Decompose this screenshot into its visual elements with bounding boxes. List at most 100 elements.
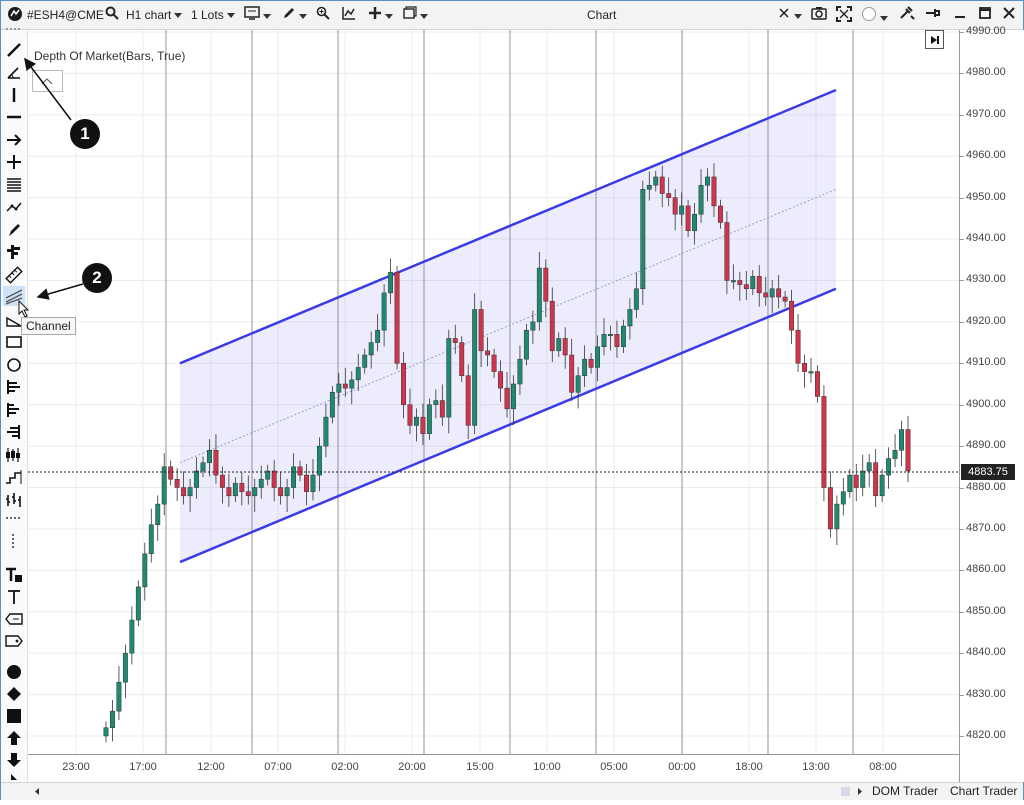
- rectangle-icon[interactable]: [3, 332, 25, 352]
- arrow-down-icon[interactable]: [3, 750, 25, 770]
- brush-icon[interactable]: [3, 220, 25, 240]
- time-label: 10:00: [533, 761, 561, 773]
- candle-body: [886, 458, 892, 476]
- bars-icon[interactable]: [3, 490, 25, 510]
- candle-body: [388, 271, 394, 294]
- pencil-icon[interactable]: [282, 6, 307, 24]
- fibonacci-icon[interactable]: [3, 175, 25, 195]
- price-label: 4820.00: [966, 729, 1006, 741]
- scroll-to-end-button[interactable]: [925, 30, 944, 49]
- template-icon[interactable]: [403, 6, 428, 24]
- price-label: 4870.00: [966, 521, 1006, 534]
- dotted-separator-icon[interactable]: [3, 514, 25, 524]
- candle-body: [207, 450, 212, 463]
- trend-line-icon[interactable]: [3, 40, 25, 60]
- symbol-selector[interactable]: #ESH4@CME: [27, 6, 104, 24]
- candle-body: [168, 466, 174, 480]
- price-tick: [960, 446, 964, 448]
- zoom-icon[interactable]: [316, 6, 330, 24]
- scroll-right-icon[interactable]: [856, 783, 864, 800]
- arrow-up-icon[interactable]: [3, 728, 25, 748]
- candle-body: [821, 396, 827, 488]
- candle-body: [304, 474, 309, 492]
- expand-toolbar-icon[interactable]: [3, 772, 25, 782]
- candle-body: [316, 445, 322, 476]
- label-right-icon[interactable]: [3, 631, 25, 651]
- candle-body: [737, 280, 743, 285]
- ellipse-icon[interactable]: [3, 355, 25, 375]
- indicator-collapse-button[interactable]: [32, 70, 63, 92]
- volume-bars-icon[interactable]: [3, 400, 25, 420]
- candlestick-chart[interactable]: [28, 30, 959, 754]
- close-icon[interactable]: [1002, 6, 1016, 24]
- text-fill-icon[interactable]: [3, 565, 25, 585]
- lots-dropdown[interactable]: 1 Lots: [191, 6, 235, 24]
- price-label: 4850.00: [966, 604, 1006, 617]
- text-icon[interactable]: [3, 587, 25, 607]
- volume-bars-left-icon[interactable]: [3, 377, 25, 397]
- time-label: 07:00: [264, 761, 292, 773]
- maximize-icon[interactable]: [978, 6, 992, 24]
- time-axis[interactable]: 23:00 17:00 12:00 07:00 02:00 20:00 15:00 10:00…: [28, 754, 959, 783]
- candle-body: [815, 371, 820, 397]
- candle-body: [827, 487, 833, 530]
- app-logo-icon[interactable]: [7, 6, 23, 24]
- fullscreen-icon[interactable]: [836, 6, 852, 24]
- circle-marker-icon[interactable]: [3, 662, 25, 682]
- arrow-line-icon[interactable]: [3, 130, 25, 150]
- chart-settings-icon[interactable]: [244, 6, 271, 24]
- chart-trader-button[interactable]: Chart Trader: [950, 783, 1017, 800]
- polyline-icon[interactable]: [3, 197, 25, 217]
- candle-body: [620, 325, 626, 347]
- volume-profile-icon[interactable]: [3, 242, 25, 262]
- candle-body: [103, 727, 109, 737]
- crosshair-icon[interactable]: [777, 6, 802, 24]
- vertical-dots-icon[interactable]: [3, 532, 25, 552]
- step-line-icon[interactable]: [3, 467, 25, 487]
- tools-icon[interactable]: [899, 6, 915, 24]
- candle-body: [284, 487, 290, 497]
- vertical-line-icon[interactable]: [3, 85, 25, 105]
- color-circle-icon[interactable]: [861, 6, 888, 24]
- minimize-icon[interactable]: [953, 6, 967, 24]
- candles-icon[interactable]: [3, 445, 25, 465]
- candle-body: [627, 309, 633, 327]
- tool-tooltip: Channel: [21, 317, 76, 335]
- square-marker-icon[interactable]: [3, 706, 25, 726]
- indicators-icon[interactable]: [342, 6, 356, 24]
- angle-line-icon[interactable]: [3, 62, 25, 82]
- diamond-marker-icon[interactable]: [3, 684, 25, 704]
- price-tick: [960, 280, 964, 282]
- candle-body: [420, 416, 426, 434]
- search-icon[interactable]: [105, 6, 119, 24]
- candle-body: [717, 205, 723, 223]
- candle-body: [879, 474, 885, 497]
- camera-icon[interactable]: [811, 6, 827, 24]
- candle-body: [769, 288, 775, 298]
- scroll-left-icon[interactable]: [33, 783, 41, 800]
- dom-trader-button[interactable]: DOM Trader: [872, 783, 938, 800]
- last-price-label: 4883.75: [961, 464, 1015, 480]
- cross-line-icon[interactable]: [3, 152, 25, 172]
- candle-body: [789, 300, 795, 331]
- price-axis[interactable]: 4990.00 4980.00 4970.00 4960.00 4950.00 4940.…: [959, 25, 1024, 782]
- ruler-icon[interactable]: [3, 265, 25, 285]
- price-label: 4940.00: [966, 232, 1006, 245]
- chart-plot-area[interactable]: [28, 30, 959, 754]
- price-tick: [960, 73, 964, 75]
- scroll-thumb[interactable]: [841, 783, 851, 800]
- pin-icon[interactable]: [925, 6, 941, 24]
- candle-body: [433, 400, 439, 405]
- candle-body: [685, 205, 691, 232]
- toolbar-grip-icon[interactable]: [3, 26, 25, 34]
- candle-body: [219, 474, 225, 488]
- label-left-icon[interactable]: [3, 609, 25, 629]
- cluster-icon[interactable]: [3, 422, 25, 442]
- horizontal-line-icon[interactable]: [3, 107, 25, 127]
- chart-type-dropdown[interactable]: H1 chart: [126, 6, 183, 24]
- candle-body: [549, 300, 555, 352]
- candle-body: [705, 176, 710, 186]
- candle-body: [523, 329, 529, 360]
- candle-body: [478, 309, 484, 352]
- add-icon[interactable]: [368, 6, 393, 24]
